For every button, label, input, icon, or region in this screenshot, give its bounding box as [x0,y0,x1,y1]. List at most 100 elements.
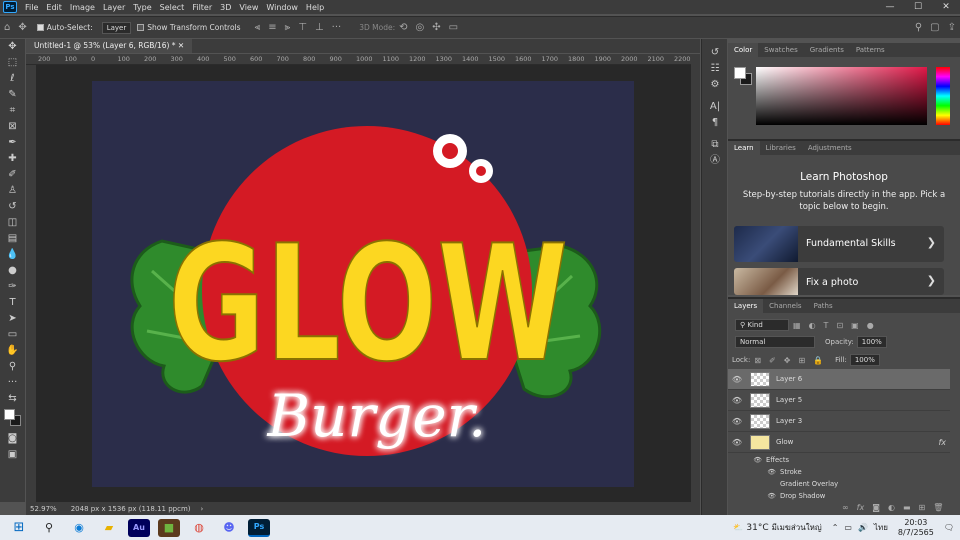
fx-icon[interactable]: fx [938,438,946,447]
lasso-tool-icon[interactable]: ℓ [0,71,25,87]
align-center-icon[interactable]: ≡ [268,22,276,33]
menu-view[interactable]: View [239,3,258,12]
align-left-icon[interactable]: ⫷ [255,22,261,33]
libraries-panel-icon[interactable]: ⚙ [702,77,728,93]
minimize-button[interactable]: — [876,0,904,14]
eraser-tool-icon[interactable]: ◫ [0,215,25,231]
video-3d-icon[interactable]: ▭ [449,22,458,33]
path-select-tool-icon[interactable]: ➤ [0,311,25,327]
fill-input[interactable]: 100% [849,354,880,366]
zoom-level[interactable]: 52.97% [30,505,57,513]
clock[interactable]: 20:03 8/7/2565 [898,518,934,538]
filter-pixel-icon[interactable]: ▦ [793,321,801,330]
type-tool-icon[interactable]: T [0,295,25,311]
color-swatches[interactable] [0,407,25,431]
tutorial-card-fix-a-photo[interactable]: Fix a photo ❯ [734,268,944,295]
lock-position-icon[interactable]: ✥ [784,356,791,365]
filter-smart-icon[interactable]: ▣ [851,321,859,330]
edge-icon[interactable]: ◉ [68,519,90,537]
tab-patterns[interactable]: Patterns [850,43,891,57]
visibility-eye-icon[interactable]: 👁 [728,492,776,500]
tab-adjustments[interactable]: Adjustments [802,141,858,155]
tutorial-card-fundamental-skills[interactable]: Fundamental Skills ❯ [734,226,944,262]
blend-mode-dropdown[interactable]: Normal [735,336,815,348]
history-panel-icon[interactable]: ↺ [702,45,728,61]
weather-description[interactable]: มีเมฆส่วนใหญ่ [772,521,822,534]
foreground-color-chip[interactable] [734,67,746,79]
effect-row-gradient-overlay[interactable]: Gradient Overlay [728,478,950,490]
pan-3d-icon[interactable]: ✣ [432,22,440,33]
document-tab[interactable]: Untitled-1 @ 53% (Layer 6, RGB/16) * ✕ [26,39,193,53]
glyphs-panel-icon[interactable]: ⧉ [702,137,728,153]
dodge-tool-icon[interactable]: ● [0,263,25,279]
share-icon[interactable]: ⇪ [948,22,956,33]
network-icon[interactable]: ▭ [844,523,852,532]
notifications-icon[interactable]: 🗨 [944,523,954,532]
menu-type[interactable]: Type [133,3,151,12]
zoom-tool-icon[interactable]: ⚲ [0,359,25,375]
search-icon[interactable]: ⚲ [915,22,922,33]
properties-panel-icon[interactable]: ☷ [702,61,728,77]
checkbox-icon[interactable] [36,24,44,31]
menu-3d[interactable]: 3D [220,3,231,12]
menu-file[interactable]: File [25,3,38,12]
more-tools-icon[interactable]: ··· [0,375,25,391]
eyedropper-tool-icon[interactable]: ✒ [0,135,25,151]
move-tool-icon[interactable]: ✥ [18,22,26,33]
effect-row-drop-shadow[interactable]: 👁 Drop Shadow [728,490,950,502]
layer-row-layer-6[interactable]: 👁 Layer 6 [728,369,950,390]
orbit-3d-icon[interactable]: ⟲ [399,22,407,33]
lock-pixels-icon[interactable]: ⊠ [754,356,761,365]
crop-tool-icon[interactable]: ⌗ [0,103,25,119]
maximize-button[interactable]: ☐ [904,0,932,14]
effect-row-stroke[interactable]: 👁 Stroke [728,466,950,478]
layer-row-glow[interactable]: 👁 Glow fx [728,432,950,453]
photoshop-taskbar-icon[interactable]: Ps [248,518,270,537]
shape-tool-icon[interactable]: ▭ [0,327,25,343]
move-tool-icon[interactable]: ✥ [0,39,25,55]
foreground-color-swatch[interactable] [4,409,15,420]
new-layer-icon[interactable]: ⊞ [919,503,926,512]
menu-edit[interactable]: Edit [46,3,62,12]
color-field[interactable] [756,67,927,125]
minecraft-icon[interactable]: ■ [158,518,180,537]
visibility-eye-icon[interactable]: 👁 [728,396,746,405]
stamp-tool-icon[interactable]: ♙ [0,183,25,199]
align-top-icon[interactable]: ⊤ [298,22,307,33]
tab-gradients[interactable]: Gradients [804,43,850,57]
menu-select[interactable]: Select [160,3,185,12]
filter-shape-icon[interactable]: ⊡ [836,321,843,330]
hand-tool-icon[interactable]: ✋ [0,343,25,359]
visibility-eye-icon[interactable]: 👁 [728,438,746,447]
gradient-tool-icon[interactable]: ▤ [0,231,25,247]
hue-slider[interactable] [936,67,950,125]
swap-colors-icon[interactable]: ⇆ [0,391,25,407]
styles-panel-icon[interactable]: Ⓐ [702,153,728,169]
tab-learn[interactable]: Learn [728,141,760,155]
pen-tool-icon[interactable]: ✑ [0,279,25,295]
layer-row-layer-3[interactable]: 👁 Layer 3 [728,411,950,432]
language-indicator[interactable]: ไทย [874,521,888,534]
add-mask-icon[interactable]: ◙ [872,503,880,512]
tab-channels[interactable]: Channels [763,299,807,313]
link-layers-icon[interactable]: ∞ [842,503,849,512]
history-brush-icon[interactable]: ↺ [0,199,25,215]
vertical-scrollbar[interactable] [691,54,700,502]
tray-overflow-icon[interactable]: ⌃ [832,523,839,532]
file-explorer-icon[interactable]: ▰ [98,519,120,537]
menu-filter[interactable]: Filter [192,3,212,12]
visibility-eye-icon[interactable]: 👁 [728,468,776,476]
frame-tool-icon[interactable]: ⊠ [0,119,25,135]
photoshop-logo[interactable]: Ps [3,1,17,13]
tab-color[interactable]: Color [728,43,759,57]
weather-temp[interactable]: 31°C [746,523,768,533]
visibility-eye-icon[interactable]: 👁 [728,417,746,426]
auto-select-dropdown[interactable]: Layer [101,21,132,34]
roll-3d-icon[interactable]: ◎ [416,22,425,33]
lock-paint-icon[interactable]: ✐ [769,356,776,365]
tab-swatches[interactable]: Swatches [758,43,803,57]
align-right-icon[interactable]: ⫸ [285,22,291,33]
layer-filter-dropdown[interactable]: ⚲ Kind [735,319,789,331]
checkbox-icon[interactable] [137,24,145,31]
discord-icon[interactable]: ☻ [218,519,240,537]
